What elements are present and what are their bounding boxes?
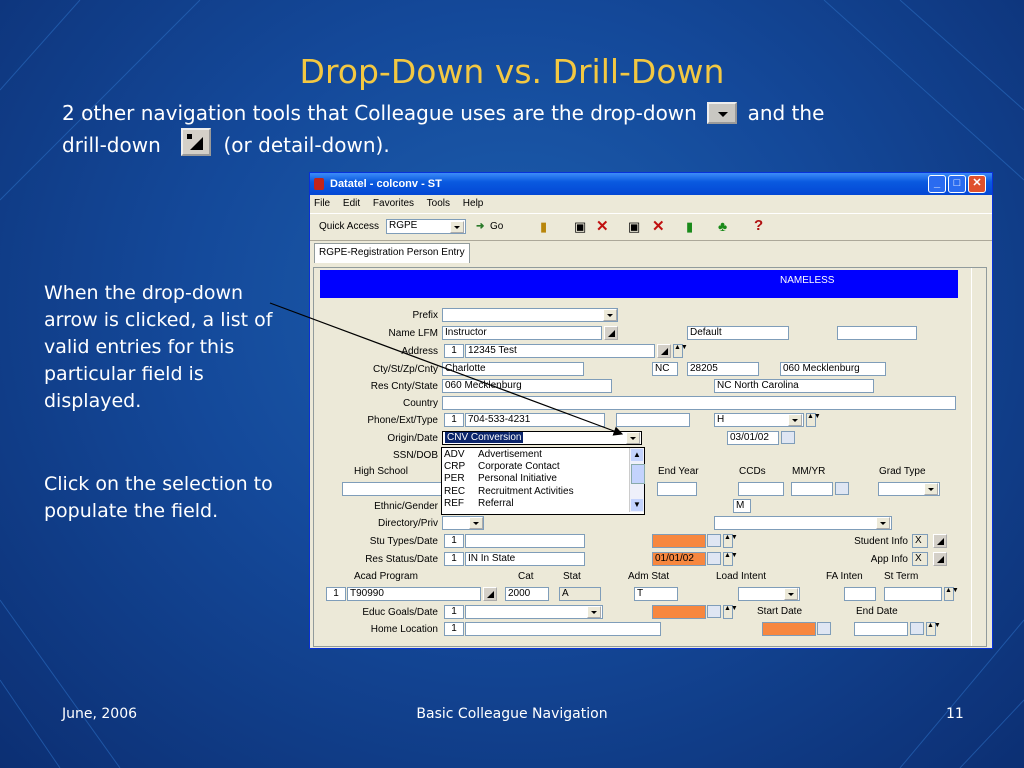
footer-title: Basic Colleague Navigation <box>416 706 608 722</box>
footer-page-number: 11 <box>946 706 964 722</box>
callout-arrow <box>269 302 624 436</box>
